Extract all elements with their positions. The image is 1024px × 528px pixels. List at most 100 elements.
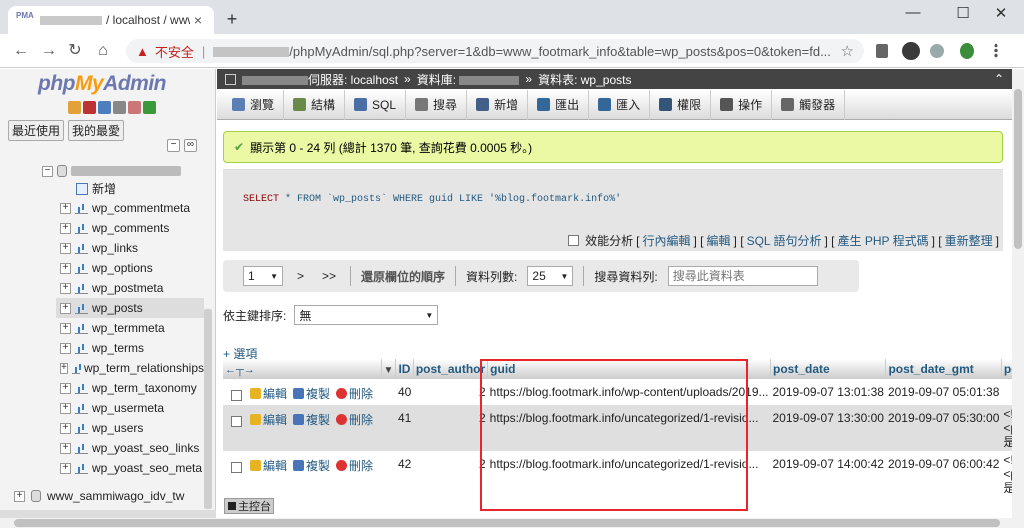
collapse-all-icon[interactable]: − xyxy=(167,139,180,152)
table-structure-icon[interactable] xyxy=(75,383,88,394)
edit-row-button[interactable]: 編輯 xyxy=(250,411,287,428)
collapse-top-icon[interactable]: ⌃ xyxy=(994,72,1004,86)
database-row[interactable]: − xyxy=(42,165,181,177)
create-php-code-link[interactable]: 產生 PHP 程式碼 xyxy=(837,232,928,249)
reload-icon[interactable] xyxy=(143,101,156,114)
expand-icon[interactable]: + xyxy=(60,442,71,454)
tab-privileges[interactable]: 權限 xyxy=(650,89,712,120)
tab-close-icon[interactable]: × xyxy=(190,12,206,28)
inline-edit-link[interactable]: 行內編輯 xyxy=(643,232,691,249)
cell-guid[interactable]: https://blog.footmark.info/wp-content/up… xyxy=(487,379,771,405)
column-header-post-author[interactable]: post_author xyxy=(413,359,489,379)
extension-icon[interactable] xyxy=(902,42,920,60)
edit-row-button[interactable]: 編輯 xyxy=(250,385,287,402)
table-structure-icon[interactable] xyxy=(75,203,88,214)
sql-explain-link[interactable]: SQL 語句分析 xyxy=(747,232,822,249)
sql-query[interactable]: SELECT * FROM `wp_posts` WHERE guid LIKE… xyxy=(243,194,621,205)
bookmark-star-icon[interactable]: ☆ xyxy=(841,42,854,60)
cell-post-author[interactable]: 2 xyxy=(413,405,488,451)
extension-icon[interactable] xyxy=(876,44,888,58)
new-tab-button[interactable]: + xyxy=(222,9,242,30)
collapse-icon[interactable]: − xyxy=(42,165,53,177)
cell-post-date[interactable]: 2019-09-07 13:30:00 xyxy=(770,405,886,451)
table-structure-icon[interactable] xyxy=(75,443,88,454)
sort-menu-header[interactable]: ▼ xyxy=(381,359,397,379)
delete-row-button[interactable]: 刪除 xyxy=(336,457,373,474)
filter-rows-input[interactable] xyxy=(667,266,818,286)
copy-row-button[interactable]: 複製 xyxy=(293,411,330,428)
sort-by-key-select[interactable]: 無 ▼ xyxy=(294,305,439,325)
expand-icon[interactable]: + xyxy=(60,422,71,434)
row-checkbox[interactable] xyxy=(231,416,242,428)
column-header-post-date-gmt[interactable]: post_date_gmt xyxy=(885,359,1002,379)
table-structure-icon[interactable] xyxy=(75,323,88,334)
forward-icon[interactable]: → xyxy=(38,40,60,62)
refresh-link[interactable]: 重新整理 xyxy=(945,232,993,249)
cell-post-content[interactable] xyxy=(1001,379,1012,405)
expand-icon[interactable]: + xyxy=(14,490,25,502)
nav-table-item[interactable]: + wp_termmeta xyxy=(56,318,204,338)
expand-icon[interactable]: + xyxy=(60,402,71,414)
edit-link[interactable]: 編輯 xyxy=(707,232,731,249)
expand-icon[interactable]: + xyxy=(60,362,68,374)
rows-per-page-select[interactable]: 25 ▼ xyxy=(527,266,574,286)
cell-post-author[interactable]: 2 xyxy=(413,451,488,497)
page-horizontal-scrollbar[interactable] xyxy=(0,518,1024,528)
nav-table-item[interactable]: + wp_yoast_seo_meta xyxy=(56,458,204,478)
nav-table-item[interactable]: + wp_users xyxy=(56,418,204,438)
tab-insert[interactable]: 新增 xyxy=(467,89,529,120)
expand-icon[interactable]: + xyxy=(60,302,71,314)
expand-icon[interactable]: + xyxy=(60,282,71,294)
extension-icon[interactable] xyxy=(930,44,944,58)
page-select[interactable]: 1 ▼ xyxy=(243,266,283,286)
last-page-button[interactable]: >> xyxy=(318,269,340,283)
menu-dots-icon[interactable] xyxy=(994,43,998,59)
new-table-link[interactable]: 新增 xyxy=(76,180,116,197)
tab-operations[interactable]: 操作 xyxy=(711,89,773,120)
copy-row-button[interactable]: 複製 xyxy=(293,457,330,474)
tab-recent[interactable]: 最近使用 xyxy=(8,120,65,141)
row-checkbox[interactable] xyxy=(231,390,242,402)
address-bar[interactable]: ▲ 不安全 | /phpMyAdmin/sql.php?server=1&db=… xyxy=(126,39,864,63)
scrollbar-thumb[interactable] xyxy=(14,519,1000,527)
column-header-guid[interactable]: guid xyxy=(487,359,771,379)
expand-icon[interactable]: + xyxy=(60,322,71,334)
cell-id[interactable]: 42 xyxy=(395,451,414,497)
scrollbar-thumb[interactable] xyxy=(1014,89,1022,249)
nav-scrollbar[interactable] xyxy=(204,309,212,509)
link-icon[interactable]: ∞ xyxy=(184,139,197,152)
nav-table-item[interactable]: + wp_terms xyxy=(56,338,204,358)
nav-table-item[interactable]: + wp_options xyxy=(56,258,204,278)
cell-guid[interactable]: https://blog.footmark.info/uncategorized… xyxy=(487,451,771,497)
delete-row-button[interactable]: 刪除 xyxy=(336,411,373,428)
cell-post-content[interactable]: <!-- wp<p>歡迎是這個 xyxy=(1001,405,1012,451)
phpmyadmin-logo[interactable]: phpMyAdmin xyxy=(38,72,166,96)
expand-icon[interactable]: + xyxy=(60,382,71,394)
table-crumb[interactable]: 資料表: wp_posts xyxy=(538,71,631,88)
cell-id[interactable]: 41 xyxy=(395,405,414,451)
nav-table-item[interactable]: + wp_term_taxonomy xyxy=(56,378,204,398)
page-vertical-scrollbar[interactable] xyxy=(1012,69,1024,518)
maximize-button[interactable]: ☐ xyxy=(948,4,978,22)
table-structure-icon[interactable] xyxy=(75,463,88,474)
column-header-post-date[interactable]: post_date xyxy=(770,359,887,379)
home-icon[interactable]: ⌂ xyxy=(92,40,114,62)
table-structure-icon[interactable] xyxy=(75,423,88,434)
table-structure-icon[interactable] xyxy=(75,403,88,414)
console-toggle[interactable]: 主控台 xyxy=(224,498,274,514)
cell-id[interactable]: 40 xyxy=(395,379,414,405)
table-structure-icon[interactable] xyxy=(75,303,88,314)
reload-icon[interactable]: ↻ xyxy=(64,40,86,62)
cell-post-date[interactable]: 2019-09-07 14:00:42 xyxy=(770,451,886,497)
nav-table-item[interactable]: + wp_commentmeta xyxy=(56,198,204,218)
tab-structure[interactable]: 結構 xyxy=(284,89,346,120)
nav-table-item[interactable]: + wp_term_relationships xyxy=(56,358,204,378)
column-header-post-content[interactable]: post_c xyxy=(1001,359,1012,379)
delete-row-button[interactable]: 刪除 xyxy=(336,385,373,402)
table-structure-icon[interactable] xyxy=(71,363,80,374)
table-structure-icon[interactable] xyxy=(75,343,88,354)
tab-browse[interactable]: 瀏覽 xyxy=(223,89,285,120)
expand-icon[interactable]: + xyxy=(60,222,71,234)
back-icon[interactable]: ← xyxy=(10,40,32,62)
help-icon[interactable] xyxy=(98,101,111,114)
